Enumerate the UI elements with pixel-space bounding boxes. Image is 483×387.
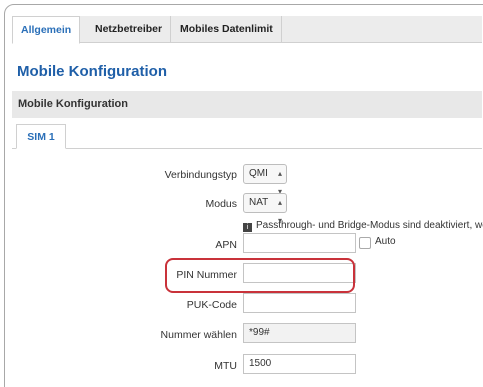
verbindungstyp-select[interactable]: QMI ▴ ▾ — [243, 164, 287, 196]
mode-info-note: i Passthrough- und Bridge-Modus sind deak… — [243, 220, 483, 232]
apn-auto-checkbox[interactable] — [359, 237, 371, 249]
mode-info-text: Passthrough- und Bridge-Modus sind deakt… — [256, 220, 483, 231]
page-title: Mobile Konfiguration — [17, 63, 167, 80]
mtu-label: MTU — [214, 360, 237, 372]
mtu-input[interactable]: 1500 — [243, 354, 356, 374]
dial-number-label: Nummer wählen — [160, 329, 237, 341]
dial-number-input[interactable]: *99# — [243, 323, 356, 343]
pin-highlight-box — [165, 258, 355, 293]
subtab-divider — [12, 148, 482, 149]
section-title: Mobile Konfiguration — [12, 91, 482, 118]
modus-label: Modus — [205, 198, 237, 210]
tab-netzbetreiber[interactable]: Netzbetreiber — [87, 16, 172, 43]
puk-input[interactable] — [243, 293, 356, 313]
puk-label: PUK-Code — [186, 299, 237, 311]
modus-select[interactable]: NAT ▴ ▾ — [243, 193, 287, 225]
tab-mobiles-datenlimit[interactable]: Mobiles Datenlimit — [172, 16, 282, 43]
apn-input[interactable] — [243, 233, 356, 253]
tab-bar: Allgemein Netzbetreiber Mobiles Datenlim… — [12, 16, 482, 44]
verbindungstyp-value: QMI — [249, 168, 268, 179]
apn-label: APN — [215, 239, 237, 251]
verbindungstyp-label: Verbindungstyp — [164, 169, 237, 181]
tab-sim-1[interactable]: SIM 1 — [16, 124, 66, 149]
tab-allgemein[interactable]: Allgemein — [12, 16, 81, 44]
info-icon: i — [243, 223, 252, 232]
apn-auto-label: Auto — [375, 236, 396, 247]
modus-value: NAT — [249, 197, 269, 208]
